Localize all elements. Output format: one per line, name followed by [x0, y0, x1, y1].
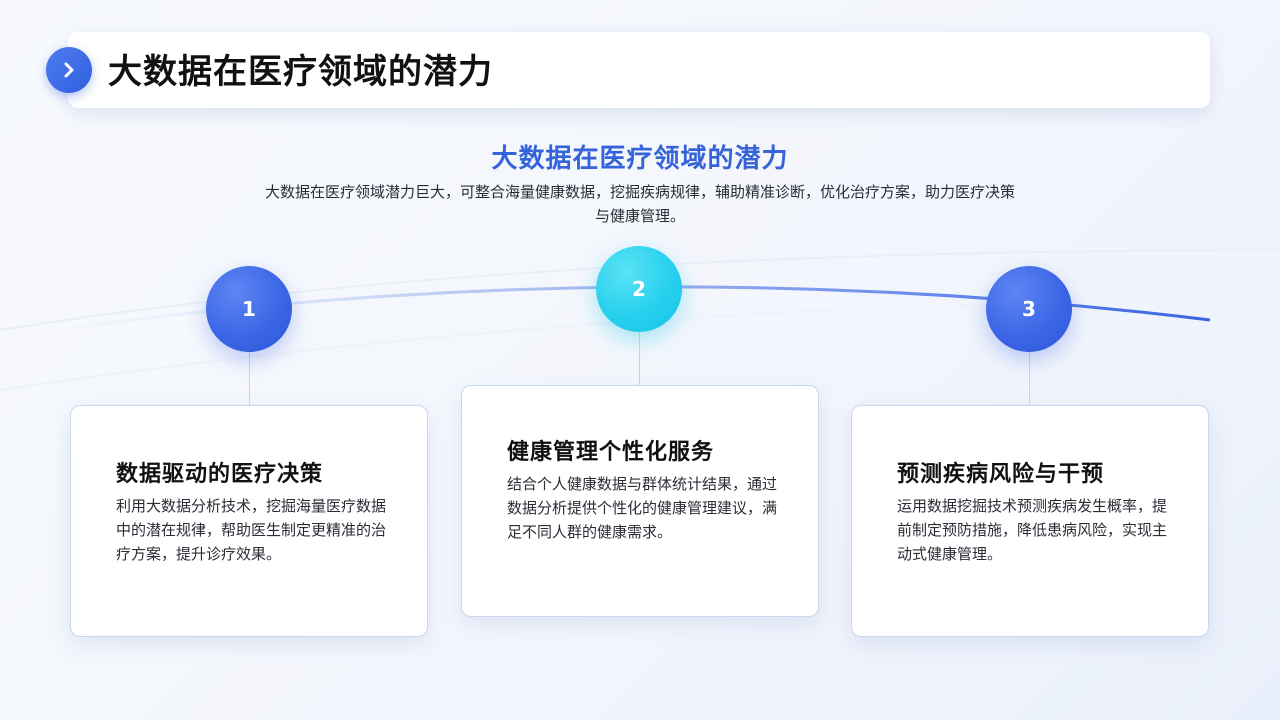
connector-line-2 — [639, 330, 640, 385]
section-title: 大数据在医疗领域的潜力 — [491, 144, 789, 174]
step-card-title: 数据驱动的医疗决策 — [116, 462, 324, 487]
step-card-body: 运用数据挖掘技术预测疾病发生概率，提前制定预防措施，降低患病风险，实现主动式健康… — [897, 497, 1168, 563]
page-title: 大数据在医疗领域的潜力 — [108, 52, 493, 92]
step-number-1: 1 — [206, 266, 292, 352]
connector-line-1 — [249, 350, 250, 405]
step-card-title: 预测疾病风险与干预 — [897, 462, 1105, 487]
step-card-1: 数据驱动的医疗决策 利用大数据分析技术，挖掘海量医疗数据中的潜在规律，帮助医生制… — [70, 405, 428, 637]
step-card-3: 预测疾病风险与干预 运用数据挖掘技术预测疾病发生概率，提前制定预防措施，降低患病… — [851, 405, 1209, 637]
step-card-body: 利用大数据分析技术，挖掘海量医疗数据中的潜在规律，帮助医生制定更精准的治疗方案，… — [116, 497, 387, 563]
step-card-body: 结合个人健康数据与群体统计结果，通过数据分析提供个性化的健康管理建议，满足不同人… — [507, 475, 778, 541]
step-number-3: 3 — [986, 266, 1072, 352]
section-description: 大数据在医疗领域潜力巨大，可整合海量健康数据，挖掘疾病规律，辅助精准诊断，优化治… — [264, 183, 1015, 225]
connector-line-3 — [1029, 350, 1030, 405]
chevron-right-icon — [64, 62, 74, 78]
step-card-title: 健康管理个性化服务 — [507, 440, 715, 465]
step-card-2: 健康管理个性化服务 结合个人健康数据与群体统计结果，通过数据分析提供个性化的健康… — [461, 385, 819, 617]
header-badge — [46, 47, 92, 93]
step-number-2: 2 — [596, 246, 682, 332]
